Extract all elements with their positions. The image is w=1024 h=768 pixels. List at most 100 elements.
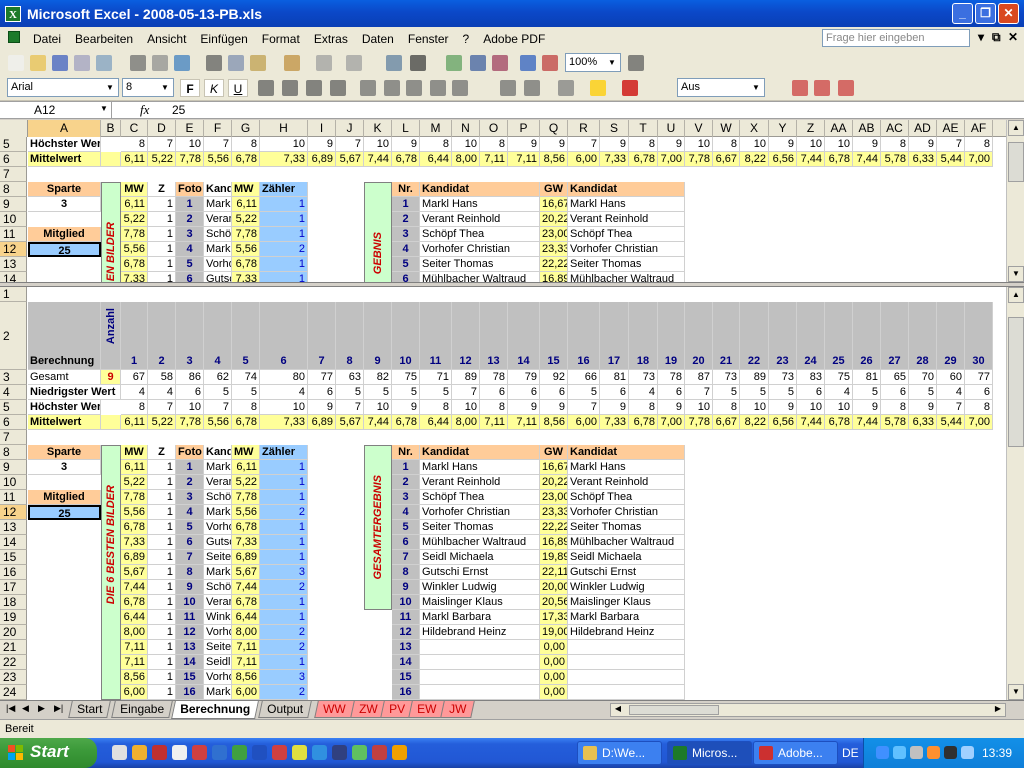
best-zaehler[interactable]: 3: [260, 670, 308, 685]
stat-cell[interactable]: 5: [392, 385, 420, 400]
best-mw[interactable]: 6,78: [121, 520, 148, 535]
help-icon[interactable]: [628, 55, 644, 71]
stat-cell[interactable]: 75: [392, 370, 420, 385]
column-header-D[interactable]: D: [148, 120, 176, 137]
best-kand[interactable]: Gutsc: [204, 535, 232, 550]
column-header-AA[interactable]: AA: [825, 120, 853, 137]
stat-cell[interactable]: 6: [965, 385, 993, 400]
stat-cell[interactable]: 6,78: [825, 415, 853, 430]
best-zaehler[interactable]: 3: [260, 565, 308, 580]
stat-cell[interactable]: 6,78: [825, 152, 853, 167]
row-header[interactable]: 8: [0, 445, 27, 460]
sparte-value[interactable]: 3: [28, 197, 101, 212]
stat-cell[interactable]: 10: [364, 137, 392, 152]
view-select[interactable]: Aus ▼: [677, 78, 765, 97]
best-mw2[interactable]: 6,78: [232, 520, 260, 535]
stat-cell[interactable]: 6,44: [420, 152, 452, 167]
best-zaehler[interactable]: 1: [260, 212, 308, 227]
chart-wizard-icon[interactable]: [520, 55, 536, 71]
row-header[interactable]: 9: [0, 197, 27, 212]
best-zaehler[interactable]: 2: [260, 580, 308, 595]
stat-cell[interactable]: 5: [232, 385, 260, 400]
stat-cell[interactable]: 73: [629, 370, 658, 385]
result-kandidat2[interactable]: Markl Hans: [568, 197, 685, 212]
column-header-J[interactable]: J: [336, 120, 364, 137]
stat-cell[interactable]: 6,56: [769, 152, 797, 167]
column-header-C[interactable]: C: [121, 120, 148, 137]
stat-cell[interactable]: 78: [480, 370, 508, 385]
stat-cell[interactable]: 7,44: [364, 152, 392, 167]
result-gw[interactable]: 19,00: [540, 625, 568, 640]
result-kandidat2[interactable]: Vorhofer Christian: [568, 505, 685, 520]
row-header[interactable]: 11: [0, 490, 27, 505]
column-header-S[interactable]: S: [600, 120, 629, 137]
best-mw2[interactable]: 7,33: [232, 535, 260, 550]
stat-cell[interactable]: 5,56: [204, 152, 232, 167]
best-mw[interactable]: 5,56: [121, 505, 148, 520]
best-kand[interactable]: Seiter: [204, 640, 232, 655]
best-z[interactable]: 1: [148, 535, 176, 550]
stat-cell[interactable]: 5,44: [937, 152, 965, 167]
column-header-R[interactable]: R: [568, 120, 600, 137]
stat-cell[interactable]: 7,44: [853, 152, 881, 167]
copy-icon[interactable]: [228, 55, 244, 71]
stat-cell[interactable]: 6: [881, 385, 909, 400]
best-kand[interactable]: Winkl: [204, 610, 232, 625]
result-nr[interactable]: 5: [392, 520, 420, 535]
pdf-icon[interactable]: [792, 80, 808, 96]
result-kandidat[interactable]: Markl Barbara: [420, 610, 540, 625]
row-header[interactable]: 8: [0, 182, 27, 197]
result-kandidat[interactable]: Hildebrand Heinz: [420, 625, 540, 640]
stat-cell[interactable]: 9: [600, 137, 629, 152]
row-header[interactable]: 3: [0, 370, 27, 385]
print-icon[interactable]: [130, 55, 146, 71]
row-header[interactable]: 12: [0, 505, 27, 520]
result-kandidat2[interactable]: [568, 670, 685, 685]
stat-cell[interactable]: 58: [148, 370, 176, 385]
column-header-X[interactable]: X: [740, 120, 769, 137]
stat-cell[interactable]: 7: [148, 400, 176, 415]
scroll-down-icon[interactable]: ▼: [1008, 266, 1024, 282]
stat-cell[interactable]: 7,11: [508, 415, 540, 430]
row-header[interactable]: 19: [0, 610, 27, 625]
stat-cell[interactable]: 7,00: [658, 415, 685, 430]
column-header-AD[interactable]: AD: [909, 120, 937, 137]
result-gw[interactable]: 16,89: [540, 272, 568, 282]
stat-cell[interactable]: 5: [336, 385, 364, 400]
best-z[interactable]: 1: [148, 212, 176, 227]
column-header-L[interactable]: L: [392, 120, 420, 137]
row-header[interactable]: 7: [0, 430, 27, 445]
stat-cell[interactable]: 9: [308, 400, 336, 415]
best-z[interactable]: 1: [148, 227, 176, 242]
tab-nav-3-icon[interactable]: ▶|: [54, 703, 63, 714]
result-gw[interactable]: 16,67: [540, 197, 568, 212]
stat-cell[interactable]: 4: [121, 385, 148, 400]
row-header[interactable]: 6: [0, 415, 27, 430]
menu-6[interactable]: Daten: [355, 32, 401, 46]
best-mw[interactable]: 6,44: [121, 610, 148, 625]
stat-cell[interactable]: 8: [713, 400, 740, 415]
taskbar-item-0[interactable]: D:\We...: [577, 741, 662, 765]
stat-cell[interactable]: 92: [540, 370, 568, 385]
stat-cell[interactable]: 8: [965, 137, 993, 152]
stat-cell[interactable]: 5,78: [881, 152, 909, 167]
stat-cell[interactable]: 10: [685, 137, 713, 152]
ie-icon[interactable]: [312, 745, 327, 760]
stat-cell[interactable]: 83: [797, 370, 825, 385]
best-foto[interactable]: 3: [176, 227, 204, 242]
stat-cell[interactable]: 8: [121, 400, 148, 415]
anzahl-value[interactable]: 9: [101, 370, 121, 385]
best-foto[interactable]: 6: [176, 272, 204, 282]
stat-cell[interactable]: 5,67: [336, 415, 364, 430]
name-box[interactable]: A12: [2, 102, 112, 119]
row-header[interactable]: 20: [0, 625, 27, 640]
best-foto[interactable]: 4: [176, 505, 204, 520]
row-header[interactable]: 1: [0, 287, 27, 302]
result-gw[interactable]: 22,22: [540, 257, 568, 272]
best-z[interactable]: 1: [148, 257, 176, 272]
stat-cell[interactable]: 7,00: [965, 415, 993, 430]
best-kand[interactable]: Schöp: [204, 490, 232, 505]
stat-cell[interactable]: 78: [658, 370, 685, 385]
stat-cell[interactable]: 8: [232, 400, 260, 415]
stat-cell[interactable]: 75: [825, 370, 853, 385]
